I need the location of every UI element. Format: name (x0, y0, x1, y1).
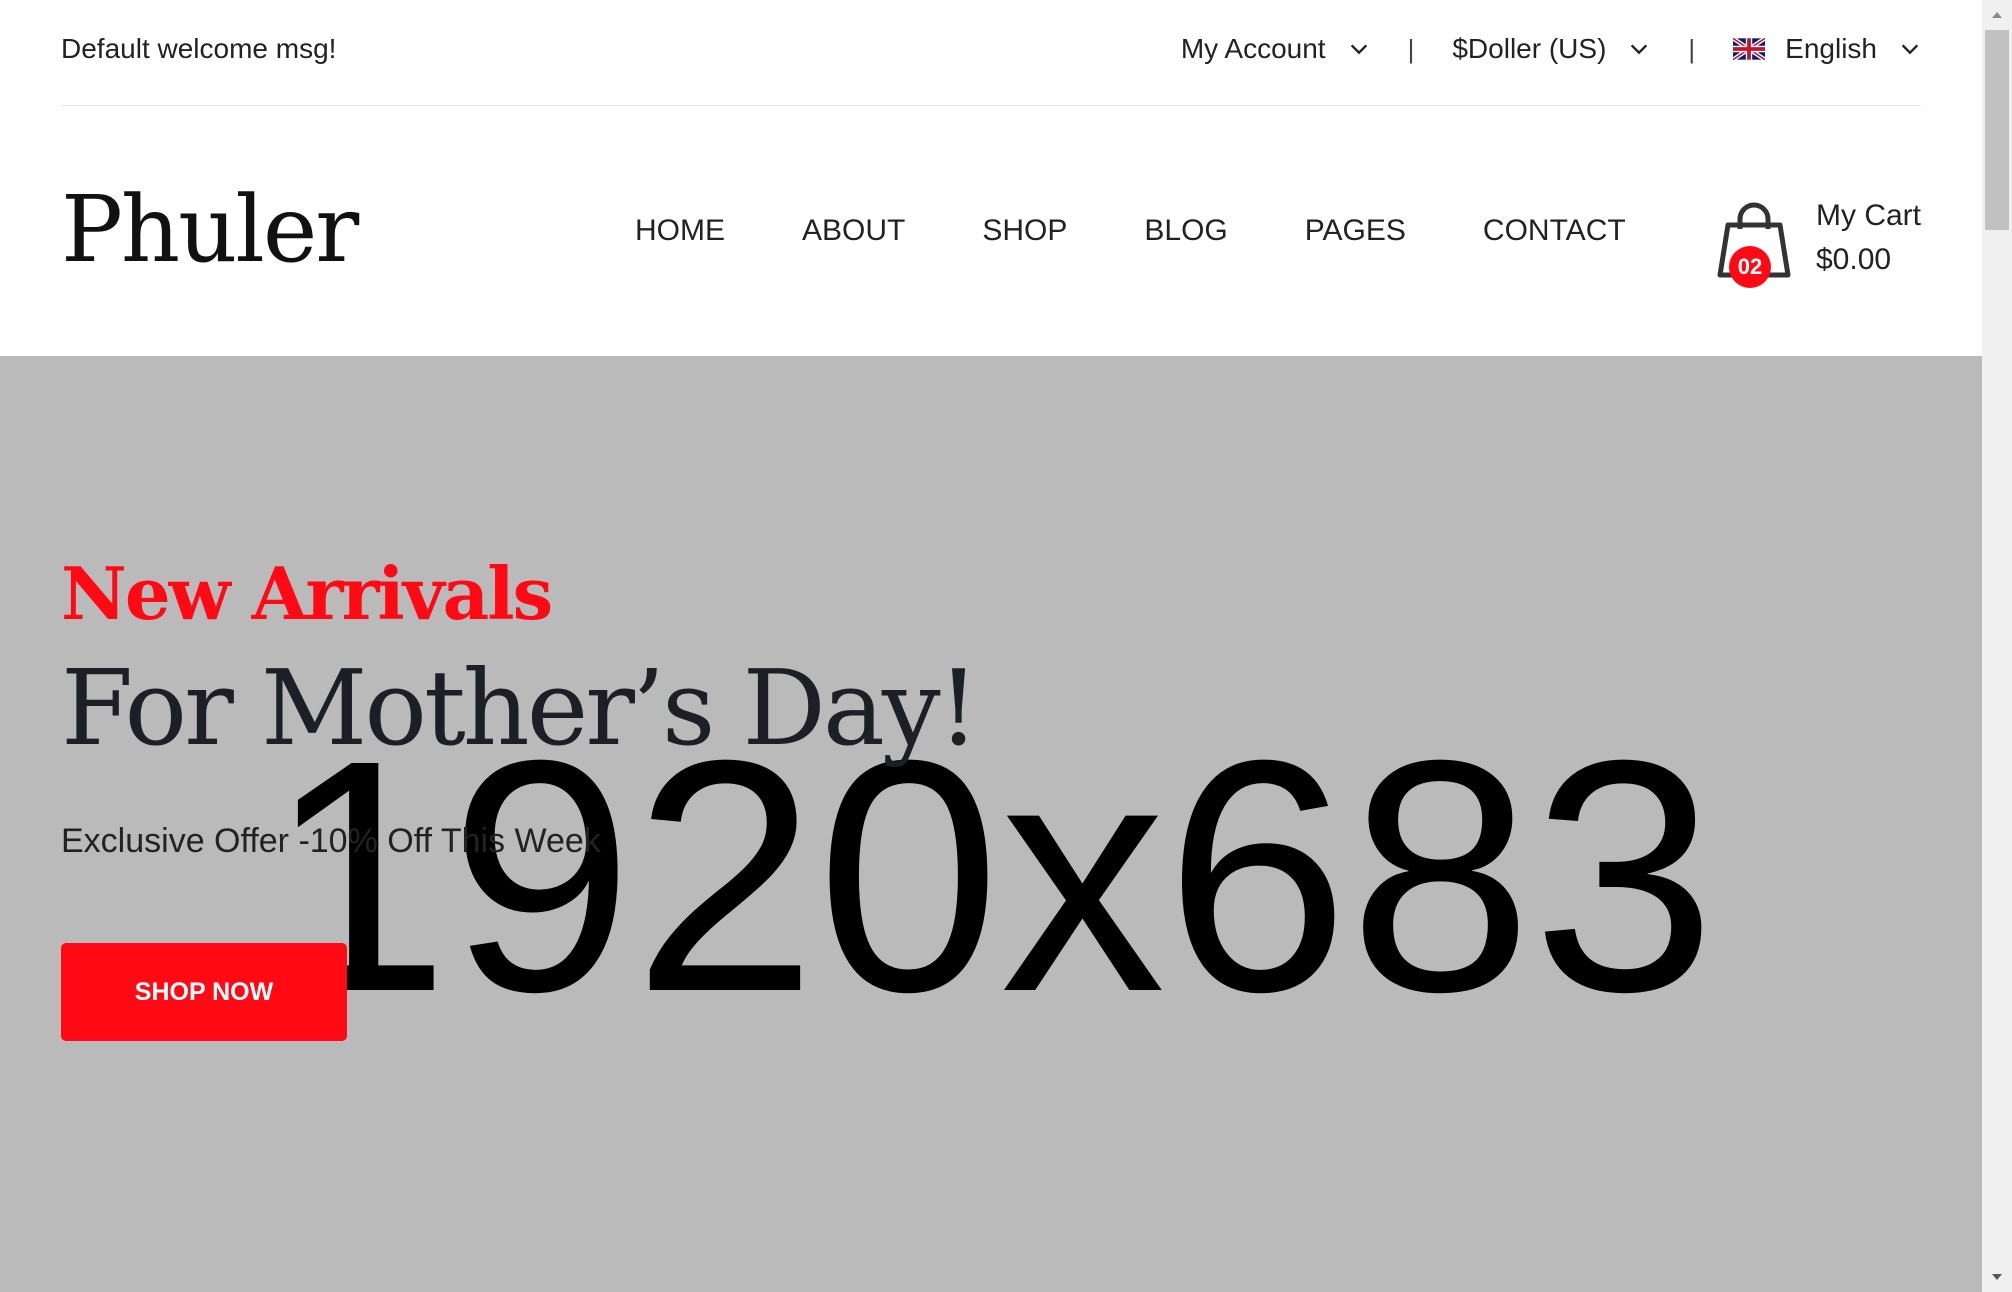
nav-contact[interactable]: CONTACT (1483, 214, 1626, 248)
main-nav: HOME ABOUT SHOP BLOG PAGES CONTACT (635, 214, 1626, 248)
cart-count-badge: 02 (1729, 246, 1771, 288)
separator: | (1407, 33, 1415, 64)
hero-content: New Arrivals For Mother’s Day! Exclusive… (61, 551, 979, 1041)
separator: | (1688, 33, 1696, 64)
cart-total: $0.00 (1816, 243, 1892, 276)
main-header: Phuler HOME ABOUT SHOP BLOG PAGES CONTAC… (61, 106, 1921, 356)
nav-home[interactable]: HOME (635, 214, 725, 248)
top-bar-menus: My Account | $Doller (US) | English (1181, 33, 1921, 65)
chevron-down-icon (1901, 44, 1919, 55)
my-account-label: My Account (1180, 33, 1326, 64)
hero-title: For Mother’s Day! (61, 647, 979, 769)
nav-shop[interactable]: SHOP (982, 214, 1067, 248)
page-scrollbar[interactable] (1982, 0, 2012, 1292)
welcome-message: Default welcome msg! (61, 33, 337, 64)
hero-slider: 1920x683 New Arrivals For Mother’s Day! … (0, 356, 1982, 1292)
currency-label: $Doller (US) (1452, 33, 1607, 64)
shop-now-button[interactable]: SHOP NOW (61, 943, 347, 1041)
cart-summary: My Cart $0.00 (1816, 194, 1921, 282)
cart-icon-wrap: 02 (1714, 197, 1794, 288)
chevron-down-icon (1631, 44, 1648, 55)
uk-flag-icon (1733, 38, 1766, 60)
scroll-up-arrow-icon[interactable] (1982, 0, 2012, 30)
nav-about[interactable]: ABOUT (802, 214, 905, 248)
nav-blog[interactable]: BLOG (1144, 214, 1227, 248)
hero-kicker: New Arrivals (61, 551, 553, 636)
cart-label: My Cart (1816, 199, 1921, 232)
site-logo[interactable]: Phuler (61, 184, 359, 276)
page: Default welcome msg! My Account | $Dolle… (0, 0, 1982, 1292)
language-label: English (1785, 33, 1877, 64)
scroll-down-arrow-icon[interactable] (1982, 1262, 2012, 1292)
currency-dropdown[interactable]: $Doller (US) (1452, 33, 1650, 65)
my-account-dropdown[interactable]: My Account (1181, 33, 1370, 65)
nav-pages[interactable]: PAGES (1305, 214, 1406, 248)
mini-cart[interactable]: 02 My Cart $0.00 (1714, 194, 1921, 288)
scrollbar-thumb[interactable] (1985, 30, 2009, 230)
top-bar: Default welcome msg! My Account | $Dolle… (61, 0, 1921, 106)
hero-subtitle: Exclusive Offer -10% Off This Week (61, 822, 601, 860)
chevron-down-icon (1350, 44, 1367, 55)
language-dropdown[interactable]: English (1733, 33, 1921, 65)
